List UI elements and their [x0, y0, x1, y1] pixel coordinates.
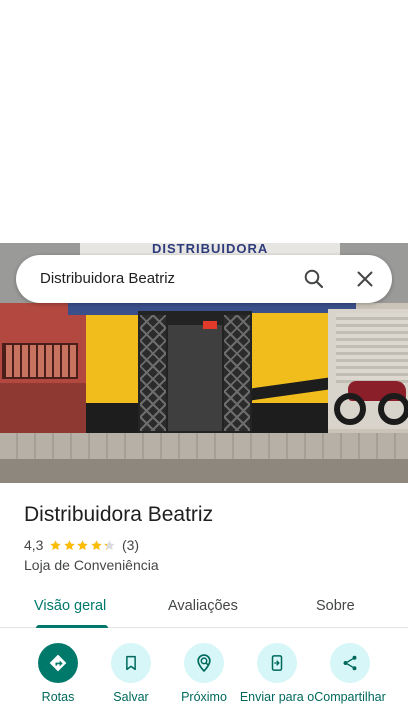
place-sheet: Distribuidora Beatriz 4,3 (3) Loja de Co…: [0, 483, 408, 726]
star-icon: [91, 539, 102, 550]
tab-reviews[interactable]: Avaliações: [168, 597, 238, 615]
motorcycle: [334, 371, 408, 425]
active-tab-indicator: [36, 625, 108, 628]
nearby-icon: [184, 643, 224, 683]
save-label: Salvar: [113, 690, 149, 704]
rating-value: 4,3: [24, 537, 44, 553]
star-rating: [49, 539, 117, 552]
close-icon[interactable]: [353, 267, 377, 291]
send-to-phone-label: Enviar para o: [239, 690, 315, 704]
action-row: Rotas Salvar Próximo Enviar para o Compa…: [0, 643, 408, 726]
directions-label: Rotas: [41, 690, 75, 704]
nearby-label: Próximo: [181, 690, 227, 704]
place-category[interactable]: Loja de Conveniência: [24, 556, 159, 574]
directions-button[interactable]: Rotas: [18, 643, 98, 704]
share-button[interactable]: Compartilhar: [310, 643, 390, 704]
bookmark-icon: [111, 643, 151, 683]
share-icon: [330, 643, 370, 683]
tab-bar: Visão geral Avaliações Sobre: [0, 583, 408, 628]
save-button[interactable]: Salvar: [91, 643, 171, 704]
tab-overview[interactable]: Visão geral: [34, 597, 106, 615]
send-to-phone-button[interactable]: Enviar para o: [237, 643, 317, 704]
tab-about[interactable]: Sobre: [316, 597, 355, 615]
review-count: (3): [121, 537, 140, 553]
map-area: [0, 0, 408, 243]
search-input[interactable]: Distribuidora Beatriz: [40, 269, 175, 289]
store-sign-text: DISTRIBUIDORA: [152, 243, 269, 255]
share-label: Compartilhar: [314, 690, 386, 704]
rating-row[interactable]: 4,3 (3): [24, 536, 139, 554]
star-icon: [77, 539, 89, 550]
directions-icon: [38, 643, 78, 683]
search-icon[interactable]: [302, 267, 326, 291]
window-grate: [2, 343, 78, 379]
place-title: Distribuidora Beatriz: [24, 503, 214, 526]
star-icon: [64, 539, 75, 550]
search-bar[interactable]: Distribuidora Beatriz: [16, 255, 392, 303]
star-icon: [104, 539, 116, 550]
nearby-button[interactable]: Próximo: [164, 643, 244, 704]
open-sign: [203, 321, 217, 329]
star-icon: [50, 539, 62, 550]
send-to-phone-icon: [257, 643, 297, 683]
